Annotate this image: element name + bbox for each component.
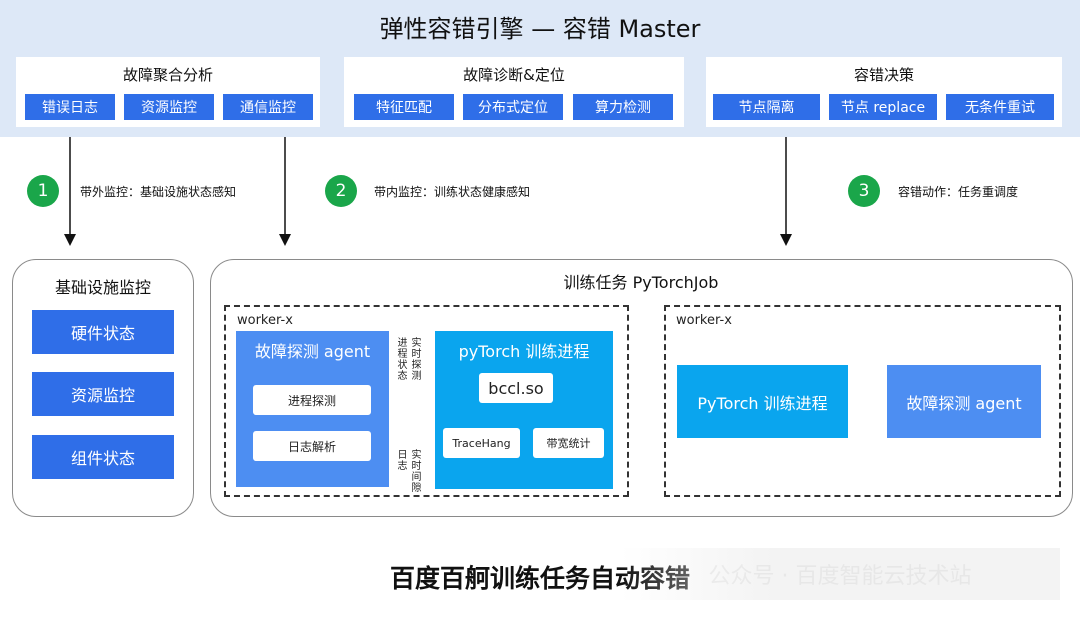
- step-3-text: 容错动作：任务重调度: [898, 185, 1019, 199]
- label-process-status: 进程状态: [395, 337, 406, 381]
- bccl-sub-bandwidth: 带宽统计: [533, 428, 604, 458]
- watermark: 公众号 · 百度智能云技术站: [620, 548, 1060, 600]
- label-realtime-gap: 实时间隙: [409, 449, 420, 493]
- step-1-text: 带外监控：基础设施状态感知: [80, 185, 237, 199]
- pytorch-block-left: pyTorch 训练进程 bccl.so TraceHang 带宽统计: [435, 331, 613, 489]
- step-3-badge: 3: [848, 175, 880, 207]
- step-1-badge: 1: [27, 175, 59, 207]
- pytorch-title: pyTorch 训练进程: [458, 342, 590, 361]
- agent-item-log-parse: 日志解析: [253, 431, 371, 461]
- step-2-badge: 2: [325, 175, 357, 207]
- job-title: 训练任务 PyTorchJob: [563, 273, 719, 292]
- pytorch-block-right: PyTorch 训练进程: [677, 365, 848, 438]
- label-log: 日志: [395, 449, 406, 471]
- worker-left-label: worker-x: [237, 313, 293, 328]
- infra-item-component: 组件状态: [32, 435, 174, 479]
- bccl-sub-tracehang: TraceHang: [443, 428, 520, 458]
- infra-item-hardware: 硬件状态: [32, 310, 174, 354]
- label-realtime-probe: 实时探测: [409, 337, 420, 381]
- step-2-text: 带内监控：训练状态健康感知: [374, 185, 531, 199]
- infra-title: 基础设施监控: [54, 278, 151, 297]
- worker-right-label: worker-x: [676, 313, 732, 328]
- infra-monitor-box: 基础设施监控 硬件状态 资源监控 组件状态: [12, 259, 194, 517]
- infra-item-resource: 资源监控: [32, 372, 174, 416]
- agent-block-right: 故障探测 agent: [887, 365, 1041, 438]
- agent-title: 故障探测 agent: [254, 342, 371, 361]
- agent-item-process-probe: 进程探测: [253, 385, 371, 415]
- bccl-box: bccl.so: [479, 373, 553, 403]
- agent-block-left: 故障探测 agent 进程探测 日志解析: [236, 331, 389, 487]
